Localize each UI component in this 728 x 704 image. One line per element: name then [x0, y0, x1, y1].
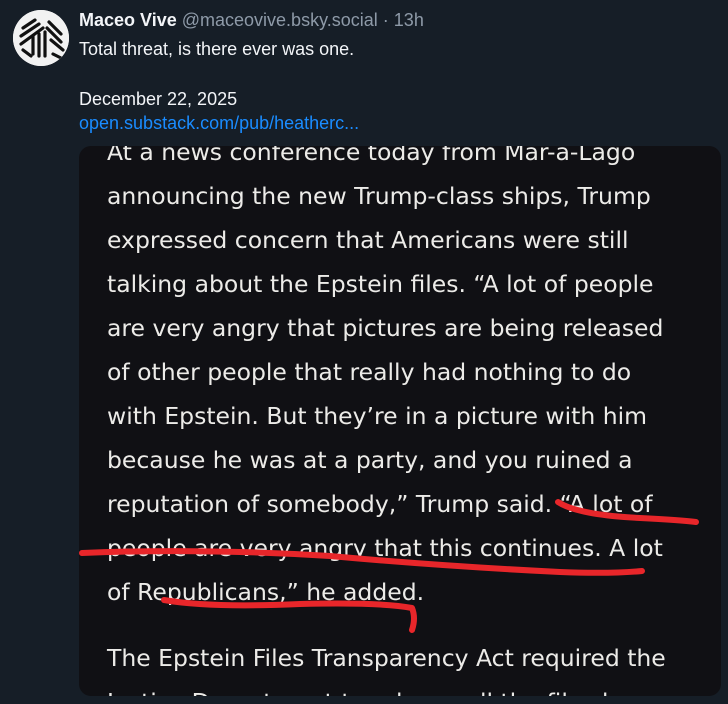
article-line: talking about the Epstein files. “A lot … [107, 270, 654, 298]
author-name[interactable]: Maceo Vive [79, 10, 177, 30]
article-line: At a news conference today from Mar-a-La… [107, 146, 636, 166]
article-line: of Republicans,” he added. [107, 578, 425, 606]
article-line: with Epstein. But they’re in a picture w… [107, 402, 648, 430]
article-excerpt: At a news conference today from Mar-a-La… [107, 146, 721, 696]
article-line: because he was at a party, and you ruine… [107, 446, 633, 474]
article-line: expressed concern that Americans were st… [107, 226, 629, 254]
article-line: are very angry that pictures are being r… [107, 314, 664, 342]
embedded-screenshot[interactable]: At a news conference today from Mar-a-La… [79, 146, 721, 696]
post-date: December 22, 2025 [79, 89, 238, 109]
post-header: Maceo Vive @maceovive.bsky.social · 13h [79, 9, 424, 31]
article-line: Justice Department to release all the fi… [107, 680, 721, 696]
article-line: people are very angry that this continue… [107, 534, 663, 562]
post-view: Maceo Vive @maceovive.bsky.social · 13h … [0, 0, 728, 704]
post-timestamp[interactable]: 13h [394, 10, 424, 30]
post-text: Total threat, is there ever was one. [79, 39, 355, 59]
article-link[interactable]: open.substack.com/pub/heatherc... [79, 112, 359, 134]
header-separator: · [382, 10, 389, 30]
avatar[interactable] [13, 10, 69, 66]
article-line: reputation of somebody,” Trump said. “A … [107, 490, 653, 518]
author-handle[interactable]: @maceovive.bsky.social [182, 10, 378, 30]
avatar-pattern-icon [13, 10, 69, 66]
article-line: of other people that really had nothing … [107, 358, 632, 386]
article-line: announcing the new Trump-class ships, Tr… [107, 182, 651, 210]
article-line: The Epstein Files Transparency Act requi… [107, 644, 666, 672]
